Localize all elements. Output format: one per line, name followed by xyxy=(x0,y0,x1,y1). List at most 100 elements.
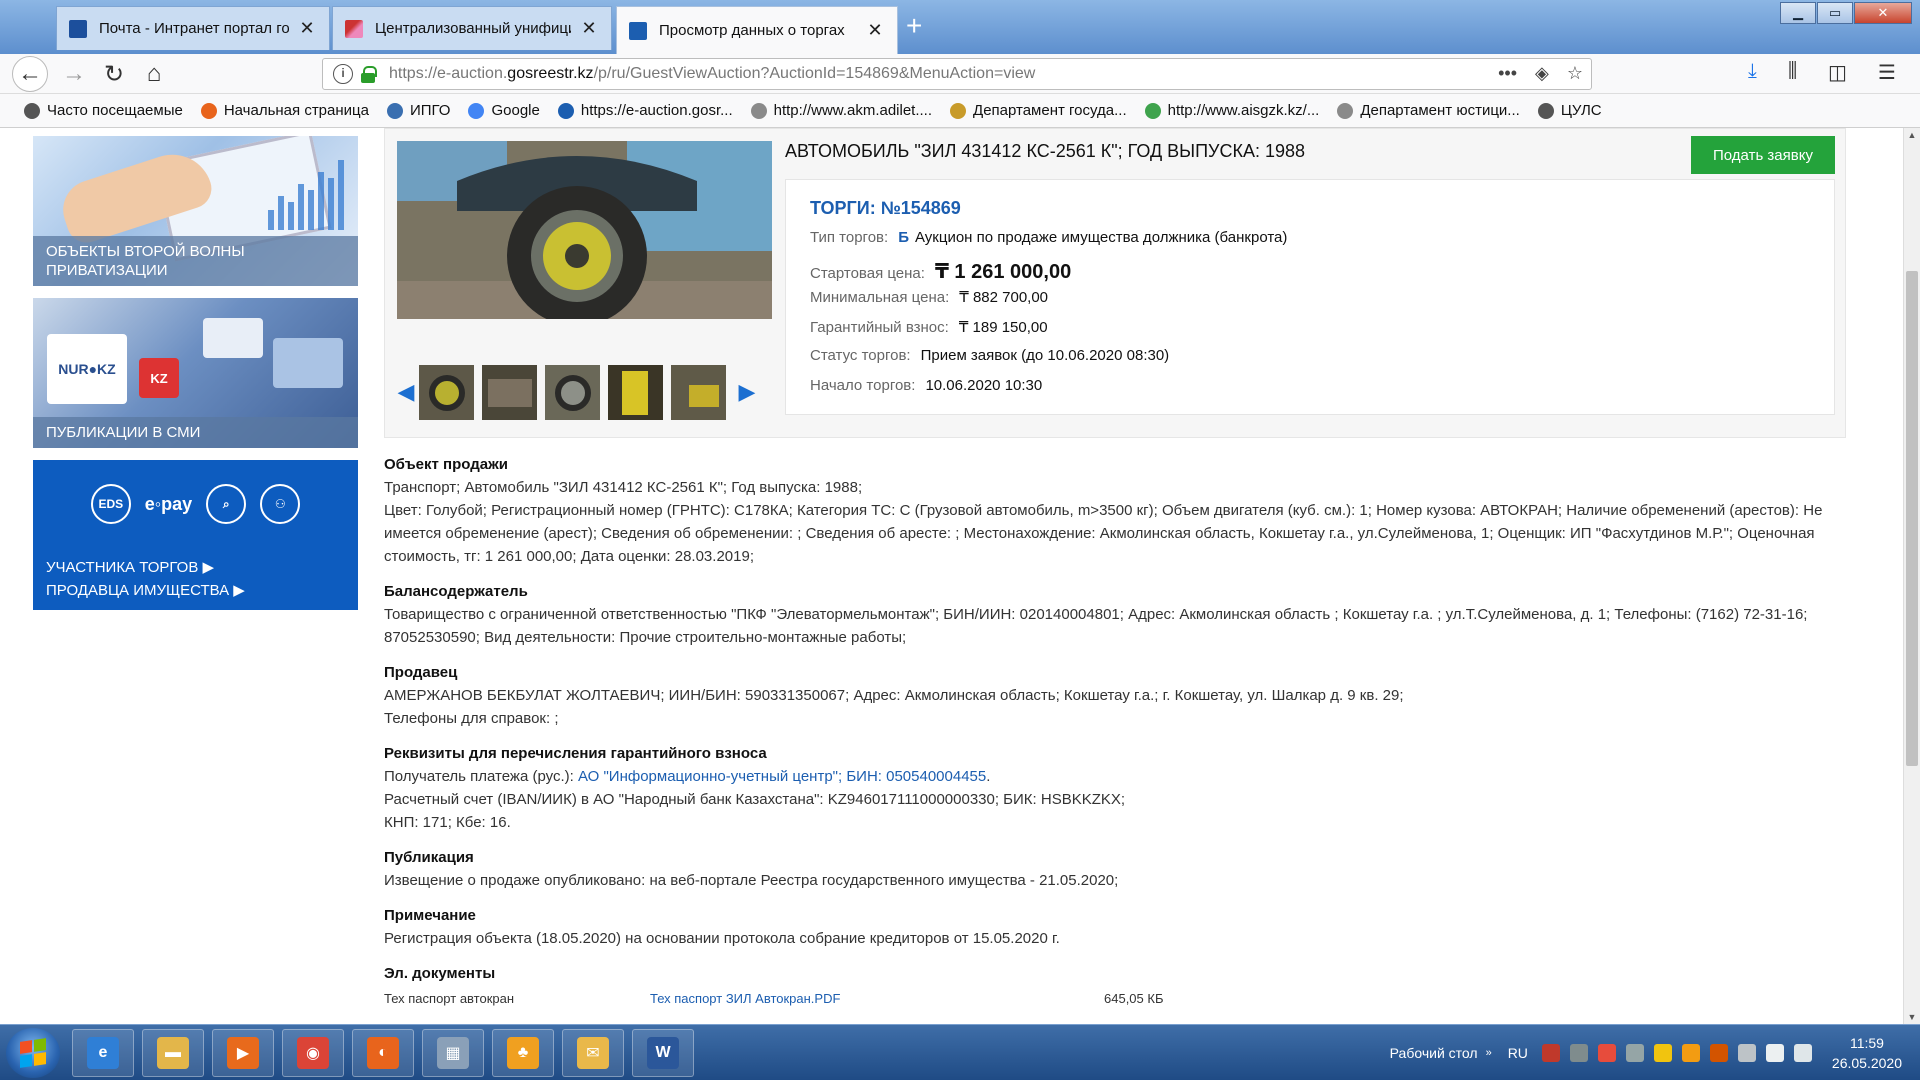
bookmark-item[interactable]: Департамент юстици... xyxy=(1337,102,1520,119)
participant-link[interactable]: УЧАСТНИКА ТОРГОВ ▶ xyxy=(46,556,245,579)
maximize-button[interactable]: ▭ xyxy=(1817,2,1853,24)
reload-button[interactable]: ↻ xyxy=(96,56,132,92)
thumbnail[interactable] xyxy=(545,364,600,420)
truck-wheel-image xyxy=(397,141,772,319)
sidebar-toggle-icon[interactable]: ◫ xyxy=(1828,60,1847,85)
expand-tray-icon[interactable]: » xyxy=(1486,1047,1492,1059)
tab-intranet-mail[interactable]: Почта - Интранет портал гос ✕ xyxy=(56,6,330,50)
bookmark-item[interactable]: https://e-auction.gosr... xyxy=(557,102,733,119)
calculator-taskbar-button[interactable]: ▦ xyxy=(422,1029,484,1077)
close-icon[interactable]: ✕ xyxy=(865,20,885,41)
tab-centralized[interactable]: Централизованный унифици ✕ xyxy=(332,6,612,50)
system-clock[interactable]: 11:59 26.05.2020 xyxy=(1832,1033,1902,1073)
close-window-button[interactable]: ✕ xyxy=(1854,2,1912,24)
menu-icon[interactable]: ☰ xyxy=(1878,60,1896,85)
document-file-link[interactable]: Тех паспорт ЗИЛ Автокран.PDF xyxy=(650,987,1104,1010)
settings-icon[interactable] xyxy=(1569,1044,1588,1062)
close-icon[interactable]: ✕ xyxy=(579,18,599,39)
banner-caption: ПУБЛИКАЦИИ В СМИ xyxy=(33,417,358,448)
lock-icon[interactable] xyxy=(361,66,377,83)
bookmark-item[interactable]: Департамент госуда... xyxy=(950,102,1127,119)
banner-privatization[interactable]: ОБЪЕКТЫ ВТОРОЙ ВОЛНЫ ПРИВАТИЗАЦИИ xyxy=(33,136,358,286)
banner-media-publications[interactable]: NUR●KZ KZ ПУБЛИКАЦИИ В СМИ xyxy=(33,298,358,448)
mail-tray-icon[interactable] xyxy=(1653,1044,1672,1062)
home-button[interactable]: ⌂ xyxy=(136,56,172,92)
apply-button[interactable]: Подать заявку xyxy=(1691,136,1835,174)
downloads-icon[interactable]: ⤓ xyxy=(1748,60,1757,83)
chrome-taskbar-button[interactable]: ◉ xyxy=(282,1029,344,1077)
bookmark-label: Департамент юстици... xyxy=(1360,102,1520,119)
ie-taskbar-button[interactable]: e xyxy=(72,1029,134,1077)
volume-icon[interactable] xyxy=(1793,1044,1812,1062)
library-icon[interactable]: ⫼ xyxy=(1788,60,1797,83)
action-center-icon[interactable] xyxy=(1737,1044,1756,1062)
windows-logo-icon xyxy=(20,1038,46,1068)
people-taskbar-button[interactable]: ♣ xyxy=(492,1029,554,1077)
sidebar: ОБЪЕКТЫ ВТОРОЙ ВОЛНЫ ПРИВАТИЗАЦИИ NUR●KZ… xyxy=(33,136,358,610)
seller-link[interactable]: ПРОДАВЦА ИМУЩЕСТВА ▶ xyxy=(46,579,245,602)
search-people-icon: ⌕ xyxy=(206,484,247,524)
start-button[interactable] xyxy=(6,1028,60,1078)
word-taskbar-button[interactable]: W xyxy=(632,1029,694,1077)
bookmark-star-icon[interactable]: ☆ xyxy=(1567,63,1583,84)
group-icon: ⚇ xyxy=(260,484,301,524)
lot-main-photo[interactable] xyxy=(397,141,772,319)
bookmark-label: Часто посещаемые xyxy=(47,102,183,119)
explorer-icon: ▬ xyxy=(157,1037,189,1069)
bookmark-item[interactable]: Начальная страница xyxy=(200,102,369,119)
agent-icon[interactable] xyxy=(1681,1044,1700,1062)
thumbnail[interactable] xyxy=(419,364,474,420)
start-price-row: Стартовая цена: ₸ 1 261 000,00 xyxy=(810,260,1072,283)
calculator-icon: ▦ xyxy=(437,1037,469,1069)
tab-auction-view[interactable]: Просмотр данных о торгах ✕ xyxy=(616,6,898,54)
close-icon[interactable]: ✕ xyxy=(297,18,317,39)
scroll-up-icon[interactable]: ▲ xyxy=(1904,130,1920,140)
prev-arrow-icon[interactable]: ◀ xyxy=(393,379,419,405)
bookmark-item[interactable]: ЦУЛС xyxy=(1537,102,1602,119)
info-icon[interactable]: i xyxy=(333,64,353,84)
scroll-down-icon[interactable]: ▼ xyxy=(1904,1012,1920,1022)
banner-epay[interactable]: EDS e◦pay ⌕ ⚇ УЧАСТНИКА ТОРГОВ ▶ ПРОДАВЦ… xyxy=(33,460,358,610)
thumbnail[interactable] xyxy=(671,364,726,420)
bookmark-label: http://www.aisgzk.kz/... xyxy=(1167,102,1320,119)
section-documents: Эл. документы Тех паспорт автокран Тех п… xyxy=(384,962,1834,1010)
section-text: Получатель платежа (рус.): АО "Информаци… xyxy=(384,768,991,785)
display-icon[interactable] xyxy=(1625,1044,1644,1062)
epay-logo: e◦pay xyxy=(144,493,193,514)
next-arrow-icon[interactable]: ▶ xyxy=(734,379,760,405)
pocket-icon[interactable]: ◈ xyxy=(1535,63,1549,84)
media-tile-image xyxy=(203,318,263,358)
bookmark-item[interactable]: ИПГО xyxy=(386,102,450,119)
bookmark-item[interactable]: Часто посещаемые xyxy=(24,102,183,119)
bookmark-item[interactable]: http://www.akm.adilet.... xyxy=(750,102,932,119)
address-bar[interactable]: i https://e-auction.gosreestr.kz/p/ru/Gu… xyxy=(322,58,1592,90)
bookmark-item[interactable]: http://www.aisgzk.kz/... xyxy=(1144,102,1320,119)
firefox-taskbar-button[interactable]: ◐ xyxy=(352,1029,414,1077)
page-scrollbar[interactable]: ▲ ▼ xyxy=(1903,128,1920,1024)
tab-title: Централизованный унифици xyxy=(375,20,571,37)
thumbnail[interactable] xyxy=(608,364,663,420)
mail-taskbar-button[interactable]: ✉ xyxy=(562,1029,624,1077)
ipgo-icon xyxy=(386,102,403,119)
speaker-alert-icon[interactable] xyxy=(1709,1044,1728,1062)
desktop-label[interactable]: Рабочий стол xyxy=(1390,1045,1478,1061)
windows-taskbar: e ▬ ▶ ◉ ◐ ▦ ♣ ✉ W Рабочий стол » RU 11:59 26.05.… xyxy=(0,1024,1920,1080)
explorer-taskbar-button[interactable]: ▬ xyxy=(142,1029,204,1077)
minimize-button[interactable]: ▁ xyxy=(1780,2,1816,24)
language-indicator[interactable]: RU xyxy=(1508,1045,1528,1061)
notification-icon[interactable] xyxy=(1597,1044,1616,1062)
firefox-icon xyxy=(200,102,217,119)
network-icon[interactable] xyxy=(1765,1044,1784,1062)
forward-button[interactable]: → xyxy=(56,56,92,92)
media-player-taskbar-button[interactable]: ▶ xyxy=(212,1029,274,1077)
new-tab-button[interactable]: + xyxy=(906,12,922,40)
scrollbar-thumb[interactable] xyxy=(1906,271,1918,766)
type-badge: Б xyxy=(898,229,909,246)
banner-caption: ОБЪЕКТЫ ВТОРОЙ ВОЛНЫ ПРИВАТИЗАЦИИ xyxy=(33,236,358,286)
page-actions-icon[interactable]: ••• xyxy=(1498,63,1517,84)
recipient-link[interactable]: АО "Информационно-учетный центр"; БИН: 0… xyxy=(578,768,986,785)
bookmark-item[interactable]: Google xyxy=(468,102,540,119)
antivirus-icon[interactable] xyxy=(1541,1044,1560,1062)
back-button[interactable]: ← xyxy=(12,56,48,92)
thumbnail[interactable] xyxy=(482,364,537,420)
